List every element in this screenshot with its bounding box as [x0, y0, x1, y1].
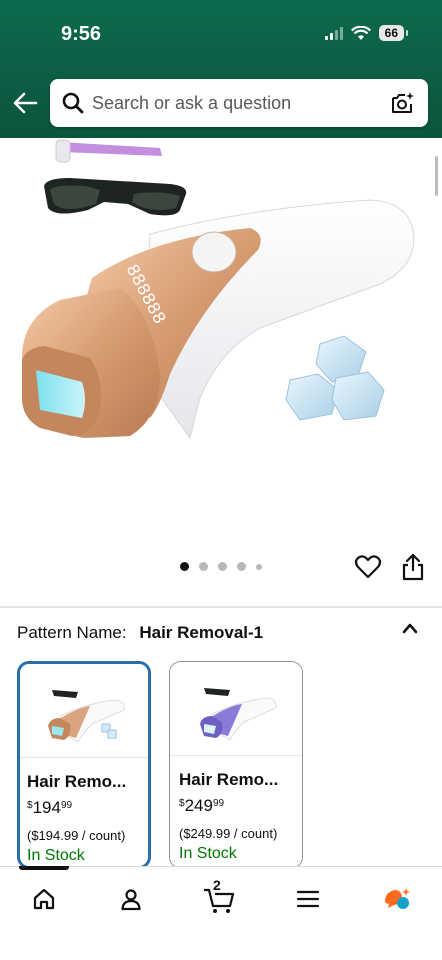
menu-icon: [296, 890, 320, 908]
option-title: Hair Remo...: [179, 770, 279, 789]
pattern-name-row: Pattern Name: Hair Removal-1: [17, 623, 263, 643]
price-cents: 99: [212, 798, 225, 809]
option-unit-price: ($249.99 / count): [179, 826, 278, 841]
carousel-dot[interactable]: [218, 562, 227, 571]
gallery-scrollbar[interactable]: [435, 156, 438, 196]
option-stock-status: In Stock: [179, 845, 237, 862]
nav-home[interactable]: [24, 881, 64, 917]
pattern-label: Pattern Name:: [17, 623, 127, 642]
nav-menu[interactable]: [288, 881, 328, 917]
carousel-dot[interactable]: [256, 563, 262, 570]
wifi-icon: [350, 25, 371, 40]
back-arrow-icon[interactable]: [12, 90, 38, 116]
battery-indicator: 66: [378, 25, 409, 41]
option-stock-status: In Stock: [27, 847, 85, 864]
option-unit-price: ($194.99 / count): [27, 828, 126, 843]
status-icons: 66: [324, 25, 409, 41]
option-thumbnail: [20, 664, 148, 758]
section-divider: [0, 606, 442, 608]
option-price: $ 194 99: [27, 798, 148, 818]
active-tab-indicator: [19, 866, 69, 870]
price-whole: 194: [32, 798, 61, 817]
cart-count-badge: 2: [213, 877, 221, 893]
share-icon[interactable]: [400, 553, 426, 581]
nav-cart[interactable]: 2: [199, 877, 239, 917]
product-image: 888888: [22, 139, 415, 440]
home-icon: [33, 888, 55, 910]
camera-scan-icon[interactable]: [390, 90, 416, 116]
pattern-option-hair-removal-1[interactable]: Hair Remo... $ 194 99 ($194.99 / count) …: [17, 661, 151, 869]
rufus-icon: [385, 888, 410, 909]
option-title: Hair Remo...: [27, 772, 127, 791]
search-input[interactable]: [92, 92, 372, 114]
search-icon: [62, 92, 84, 114]
chevron-up-icon[interactable]: [400, 620, 420, 636]
app-header: 9:56 66: [0, 0, 442, 138]
heart-icon[interactable]: [354, 553, 382, 581]
price-cents: 99: [60, 800, 73, 811]
account-icon: [121, 889, 141, 911]
carousel-dot[interactable]: [237, 562, 246, 571]
pattern-option-hair-removal-2[interactable]: Hair Remo... $ 249 99 ($249.99 / count) …: [169, 661, 303, 869]
carousel-dot[interactable]: [199, 562, 208, 571]
image-carousel-dots[interactable]: [180, 562, 262, 571]
status-time: 9:56: [61, 23, 102, 45]
cellular-signal-icon: [324, 26, 343, 40]
nav-rufus[interactable]: [377, 881, 417, 917]
option-price: $ 249 99: [179, 796, 302, 816]
carousel-dot[interactable]: [180, 562, 189, 571]
nav-account[interactable]: [111, 881, 151, 917]
price-whole: 249: [184, 796, 213, 815]
option-thumbnail: [170, 662, 302, 756]
search-bar[interactable]: [50, 79, 428, 127]
bottom-navigation: 2: [0, 866, 442, 960]
pattern-value: Hair Removal-1: [139, 623, 264, 642]
product-image-gallery[interactable]: 888888: [0, 138, 442, 606]
